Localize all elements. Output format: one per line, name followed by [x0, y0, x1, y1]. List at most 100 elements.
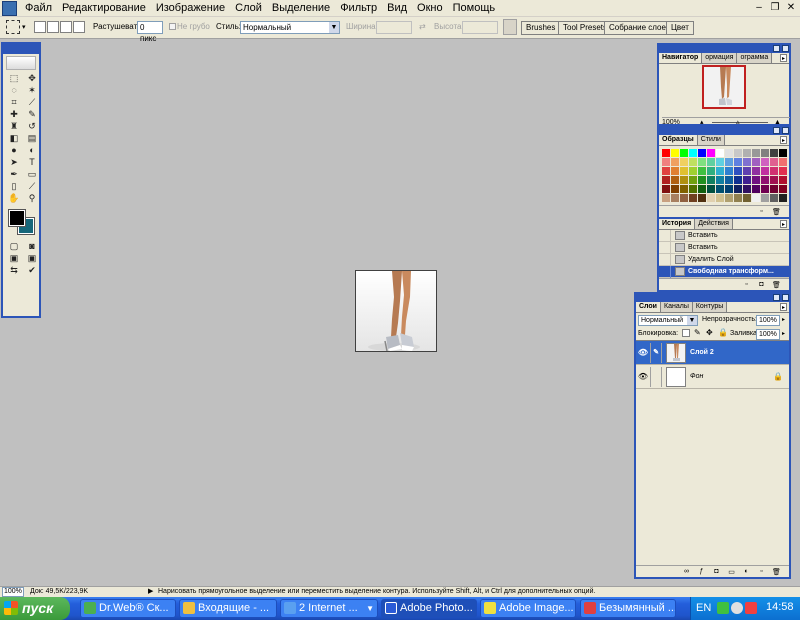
taskbar-button[interactable]: Безымянный ...: [580, 599, 676, 618]
lasso-tool-icon[interactable]: ◌: [5, 84, 23, 96]
history-brush-icon[interactable]: ↺: [23, 120, 41, 132]
color-swatch[interactable]: [662, 194, 670, 202]
color-swatch[interactable]: [725, 185, 733, 193]
lock-position-icon[interactable]: ✥: [706, 328, 713, 337]
close-icon[interactable]: ✕: [785, 2, 797, 14]
minimize-icon[interactable]: –: [753, 2, 765, 14]
color-swatch[interactable]: [698, 194, 706, 202]
blur-tool-icon[interactable]: ●: [5, 144, 23, 156]
color-swatch[interactable]: [671, 149, 679, 157]
color-swatch[interactable]: [734, 158, 742, 166]
well-tab-brushes[interactable]: Brushes: [521, 21, 561, 35]
antivirus-icon[interactable]: [745, 602, 757, 614]
network-icon[interactable]: [717, 602, 729, 614]
close-icon[interactable]: [782, 294, 789, 301]
color-swatch[interactable]: [725, 194, 733, 202]
fullscreen-mode-icon[interactable]: ▣: [23, 252, 41, 264]
taskbar-button[interactable]: Входящие - ...: [179, 599, 277, 618]
toolbox-titlebar[interactable]: [3, 44, 39, 54]
tab-layers[interactable]: Слои: [636, 302, 661, 312]
eye-icon[interactable]: 👁: [636, 372, 650, 381]
brush-link-icon[interactable]: [650, 366, 662, 387]
brush-link-icon[interactable]: ✎: [650, 342, 662, 363]
well-tab-layer-comps[interactable]: Собрание слоев: [604, 21, 676, 35]
dodge-tool-icon[interactable]: ◐: [23, 144, 41, 156]
hand-tool-icon[interactable]: ✋: [5, 192, 23, 204]
marquee-preset-icon[interactable]: [6, 20, 20, 34]
color-swatch[interactable]: [752, 158, 760, 166]
color-swatch[interactable]: [743, 194, 751, 202]
new-document-icon[interactable]: ▫: [742, 281, 751, 288]
color-swatch[interactable]: [743, 167, 751, 175]
notes-tool-icon[interactable]: ▯: [5, 180, 23, 192]
tab-navigator[interactable]: Навигатор: [659, 53, 703, 63]
panel-menu-icon[interactable]: ▸: [780, 54, 787, 62]
intersect-selection-icon[interactable]: [73, 21, 85, 33]
panel-menu-icon[interactable]: ▸: [780, 303, 787, 311]
color-swatch[interactable]: [698, 149, 706, 157]
color-swatch[interactable]: [680, 194, 688, 202]
adobe-feather-icon[interactable]: [6, 56, 36, 70]
color-swatch[interactable]: [707, 149, 715, 157]
color-swatch[interactable]: [779, 194, 787, 202]
photoshop-app-icon[interactable]: [2, 1, 17, 16]
color-swatch[interactable]: [689, 149, 697, 157]
add-selection-icon[interactable]: [47, 21, 59, 33]
color-swatch[interactable]: [662, 149, 670, 157]
color-swatch[interactable]: [662, 167, 670, 175]
close-icon[interactable]: [782, 127, 789, 134]
close-icon[interactable]: [782, 45, 789, 52]
well-tab-color[interactable]: Цвет: [666, 21, 694, 35]
color-swatch[interactable]: [689, 194, 697, 202]
magic-wand-icon[interactable]: ✶: [23, 84, 41, 96]
type-tool-icon[interactable]: T: [23, 156, 41, 168]
new-selection-icon[interactable]: [34, 21, 46, 33]
zoom-tool-icon[interactable]: ⚲: [23, 192, 41, 204]
tab-info[interactable]: ормация: [702, 53, 738, 63]
restore-icon[interactable]: ❐: [769, 2, 781, 14]
color-swatch[interactable]: [779, 176, 787, 184]
taskbar-button[interactable]: 2 Internet ... ▼: [280, 599, 378, 618]
color-swatch[interactable]: [761, 194, 769, 202]
start-button[interactable]: пуск: [0, 597, 70, 620]
color-swatch[interactable]: [716, 167, 724, 175]
color-swatch[interactable]: [680, 185, 688, 193]
color-swatch[interactable]: [761, 176, 769, 184]
tab-actions[interactable]: Действия: [695, 219, 733, 229]
color-swatch[interactable]: [707, 158, 715, 166]
tab-styles[interactable]: Стили: [697, 135, 725, 145]
tab-history[interactable]: История: [659, 219, 696, 229]
new-swatch-icon[interactable]: ▫: [757, 208, 766, 215]
height-input[interactable]: [462, 21, 498, 34]
jump-to-imageready-icon[interactable]: ⇆: [5, 264, 23, 276]
color-swatch[interactable]: [698, 185, 706, 193]
color-swatch[interactable]: [743, 176, 751, 184]
move-tool-icon[interactable]: ✥: [23, 72, 41, 84]
color-swatch[interactable]: [779, 167, 787, 175]
marquee-tool-icon[interactable]: ⬚: [5, 72, 23, 84]
color-swatch[interactable]: [779, 158, 787, 166]
color-swatch[interactable]: [725, 158, 733, 166]
menu-select[interactable]: Выделение: [267, 1, 335, 16]
status-zoom-input[interactable]: 100%: [2, 587, 24, 597]
color-swatch[interactable]: [734, 149, 742, 157]
trash-icon[interactable]: 🗑: [772, 281, 781, 289]
panel-titlebar[interactable]: [636, 294, 789, 302]
minimize-icon[interactable]: [773, 127, 780, 134]
menu-filter[interactable]: Фильтр: [335, 1, 382, 16]
color-swatch[interactable]: [752, 194, 760, 202]
adjustment-layer-icon[interactable]: ◐: [742, 568, 751, 575]
layer-style-icon[interactable]: ƒ: [697, 568, 706, 575]
panel-titlebar[interactable]: [659, 45, 789, 53]
zoom-slider[interactable]: [712, 122, 768, 123]
color-swatch[interactable]: [770, 194, 778, 202]
lock-pixels-icon[interactable]: ✎: [694, 328, 701, 337]
color-swatch[interactable]: [671, 194, 679, 202]
color-swatch[interactable]: [743, 185, 751, 193]
panel-menu-icon[interactable]: ▸: [780, 220, 787, 228]
taskbar-button-active[interactable]: Adobe Photo...: [381, 599, 477, 618]
navigator-thumbnail[interactable]: [702, 65, 746, 109]
minimize-icon[interactable]: [773, 45, 780, 52]
tab-paths[interactable]: Контуры: [692, 302, 728, 312]
color-swatch[interactable]: [761, 185, 769, 193]
